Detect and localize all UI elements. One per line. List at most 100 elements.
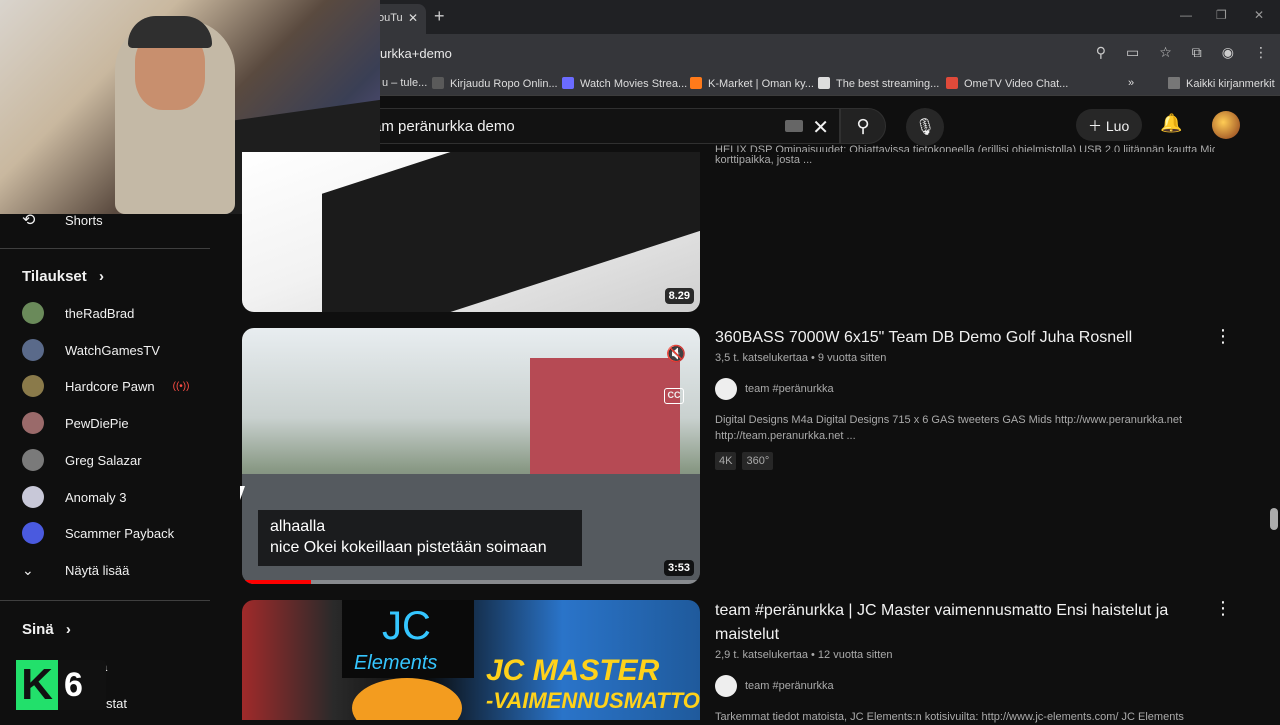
address-bar[interactable]: urkka+demo [380,46,452,61]
account-avatar[interactable] [1212,111,1240,139]
badges: 4K 360° [715,452,1215,470]
cc-icon[interactable]: CC [664,388,684,404]
view-count: 2,9 t. katselukertaa [715,649,808,661]
browser-menu-icon[interactable]: ⋮ [1254,44,1268,61]
bookmark-item[interactable]: Watch Movies Strea... [562,77,687,90]
profile-icon[interactable]: ◉ [1222,44,1234,61]
more-actions-icon[interactable]: ⋮ [1214,326,1232,347]
new-tab-icon[interactable]: + [434,6,445,27]
bookmark-label: Kirjaudu Ropo Onlin... [450,78,558,90]
orange-image [352,678,462,720]
bookmark-label: Kaikki kirjanmerkit [1186,78,1275,90]
you-heading[interactable]: Sinä › [22,621,71,638]
view-count: 3,5 t. katselukertaa [715,352,808,364]
progress-bar [242,580,700,584]
live-icon: ((•)) [172,380,190,392]
thumb-elements-text: Elements [354,652,438,674]
sidebar-item-hardcore-pawn[interactable]: Hardcore Pawn ((•)) [22,374,189,398]
search-input[interactable]: am peränurkka demo ✕ [360,108,840,144]
video-thumbnail[interactable]: 🔇 CC alhaalla nice Okei kokeillaan piste… [242,328,700,584]
close-tab-icon[interactable]: ✕ [408,11,418,25]
bookmark-star-icon[interactable]: ☆ [1159,44,1172,61]
muted-icon[interactable]: 🔇 [666,344,686,364]
subscriptions-heading-label: Tilaukset [22,268,87,285]
streamer-cap [128,16,212,48]
sidebar-item-label: Scammer Payback [65,525,175,541]
video-thumbnail[interactable]: JC Elements JC MASTER -VAIMENNUSMATTO [242,600,700,720]
search-icon: ⚲ [856,116,870,136]
avatar [22,522,44,544]
video-thumbnail[interactable]: 8.29 [242,152,700,312]
chevron-down-icon: ⌄ [22,561,34,578]
duration-badge: 3:53 [663,560,694,576]
video-description: HELIX DSP Ominaisuudet: Ohjattavissa tie… [715,142,1215,168]
sidebar-item-scammer-payback[interactable]: Scammer Payback [22,521,174,545]
sidebar-item-label: PewDiePie [65,415,129,431]
bookmark-label: Watch Movies Strea... [580,78,688,90]
more-actions-icon[interactable]: ⋮ [1214,598,1232,619]
bookmark-item[interactable]: OmeTV Video Chat... [946,77,1068,90]
avatar [22,449,44,471]
window-close-icon[interactable]: ✕ [1254,8,1264,22]
desc-line: Digital Designs M4a Digital Designs 715 … [715,414,1183,426]
channel-link[interactable]: team #peränurkka [715,675,1205,697]
you-heading-label: Sinä [22,621,54,638]
video-description: Digital Designs M4a Digital Designs 715 … [715,412,1215,444]
channel-name: team #peränurkka [745,383,834,395]
voice-search-button[interactable]: 🎙 [906,108,944,146]
create-button[interactable]: ＋ Luo [1076,109,1142,141]
you-item-partial[interactable]: stat [106,691,127,715]
thumb-master-text: JC MASTER [486,654,660,687]
bookmark-item[interactable]: The best streaming... [818,77,939,90]
keyboard-icon[interactable] [785,120,803,132]
restore-icon[interactable]: ❐ [1216,8,1227,22]
channel-link[interactable]: team #peränurkka [715,378,1215,400]
sidebar-item-greg-salazar[interactable]: Greg Salazar [22,448,142,472]
extensions-icon[interactable]: ⧉ [1192,44,1202,61]
subscriptions-heading[interactable]: Tilaukset › [22,268,104,285]
sidebar-item-label: Näytä lisää [65,562,130,578]
video-meta: 2,9 t. katselukertaa • 12 vuotta sitten [715,649,893,661]
create-label: Luo [1105,118,1130,134]
duration-badge: 8.29 [664,288,694,304]
zoom-icon[interactable]: ⚲ [1096,44,1106,61]
caption-line: alhaalla [270,518,326,535]
sidebar-item-anomaly-3[interactable]: Anomaly 3 [22,485,126,509]
bookmark-favicon-icon [690,77,702,89]
cast-icon[interactable]: ▭ [1126,44,1139,61]
notifications-bell-icon[interactable]: 🔔 [1160,113,1182,134]
sidebar-item-theradbrad[interactable]: theRadBrad [22,301,134,325]
all-bookmarks-folder[interactable]: Kaikki kirjanmerkit [1168,77,1275,90]
badge-360: 360° [742,452,774,470]
clear-search-icon[interactable]: ✕ [812,115,829,140]
sidebar-item-label: WatchGamesTV [65,342,160,358]
avatar [22,339,44,361]
page-scrollbar[interactable] [1270,508,1278,530]
mouse-cursor-icon [240,486,250,500]
sidebar-item-label: Shorts [65,212,103,228]
minimize-icon[interactable]: — [1180,8,1192,22]
video-title[interactable]: team #peränurkka | JC Master vaimennusma… [715,599,1205,647]
bookmark-item[interactable]: K-Market | Oman ky... [690,77,814,90]
plus-icon: ＋ [1088,118,1106,134]
desc-line: Tarkemmat tiedot matoista, JC Elements:n… [715,711,1184,723]
search-query: am peränurkka demo [373,118,515,135]
search-button[interactable]: ⚲ [840,108,886,144]
bookmark-item[interactable]: Kirjaudu Ropo Onlin... [432,77,558,90]
bookmark-label: OmeTV Video Chat... [964,78,1069,90]
video-caption: alhaalla nice Okei kokeillaan pistetään … [258,510,582,566]
microphone-icon: 🎙 [914,119,936,136]
desc-line: HELIX DSP Ominaisuudet: Ohjattavissa tie… [715,144,1215,152]
browser-tab-youtube[interactable]: ouTu ✕ [372,4,426,34]
sidebar-item-label: Greg Salazar [65,452,142,468]
title-line: maistelut [715,626,780,643]
bookmark-favicon-icon [562,77,574,89]
divider [0,600,210,601]
avatar [22,412,44,434]
video-title[interactable]: 360BASS 7000W 6x15" Team DB Demo Golf Ju… [715,326,1215,350]
sidebar-item-watchgamestv[interactable]: WatchGamesTV [22,338,160,362]
show-more-button[interactable]: ⌄ Näytä lisää [22,558,129,582]
more-bookmarks-icon[interactable]: » [1128,77,1134,89]
bookmark-item[interactable]: u – tule... [382,77,427,89]
sidebar-item-pewdiepie[interactable]: PewDiePie [22,411,129,435]
